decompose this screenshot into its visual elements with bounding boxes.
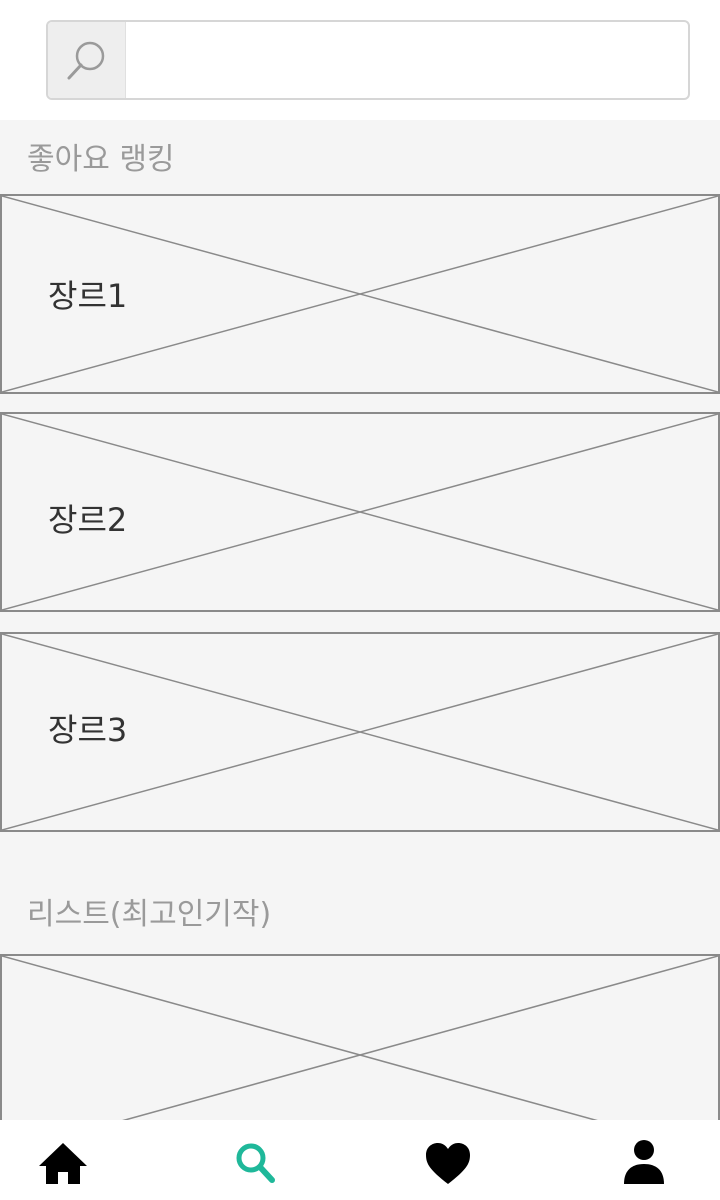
genre-card-label: 장르2 (48, 501, 128, 539)
genre-card-label: 장르1 (48, 277, 128, 315)
search-icon[interactable] (48, 22, 126, 98)
nav-favorites[interactable] (420, 1140, 476, 1200)
heart-icon (426, 1143, 470, 1184)
search-input[interactable] (128, 22, 688, 98)
genre-card[interactable]: 장르2 (0, 412, 720, 612)
nav-profile[interactable] (616, 1140, 672, 1200)
user-icon (624, 1140, 664, 1184)
ranking-section-title: 좋아요 랭킹 (27, 142, 175, 177)
genre-card[interactable]: 장르1 (0, 194, 720, 394)
search-box[interactable] (46, 20, 690, 100)
search-icon (236, 1143, 275, 1183)
list-section-title: 리스트(최고인기작) (27, 897, 272, 932)
bottom-nav (0, 1120, 720, 1200)
list-card[interactable] (0, 954, 720, 1120)
image-placeholder (2, 956, 718, 1120)
search-header (0, 0, 720, 120)
genre-card-label: 장르3 (48, 711, 128, 749)
home-icon (39, 1143, 87, 1184)
nav-search[interactable] (227, 1140, 283, 1200)
genre-card[interactable]: 장르3 (0, 632, 720, 832)
main-content: 좋아요 랭킹 장르1 장르2 장르3 리스트(최고인기작) (0, 120, 720, 1120)
nav-home[interactable] (35, 1140, 91, 1200)
